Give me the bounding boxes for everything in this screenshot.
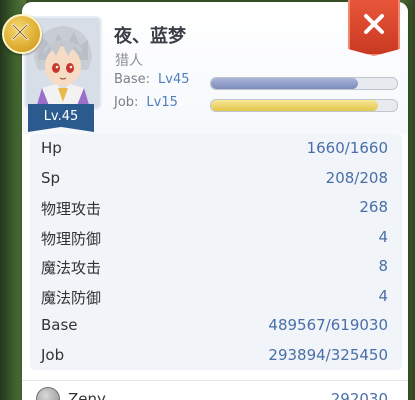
crossed-swords-icon (2, 14, 42, 54)
zeny-coin-icon (36, 387, 60, 400)
stat-value: 4 (378, 227, 388, 246)
stat-value: 268 (359, 198, 388, 216)
stat-label: Sp (41, 168, 61, 187)
stat-row: Hp 1660/1660 (30, 134, 402, 164)
stats-table: Hp 1660/1660 Sp 208/208 物理攻击 268 物理防御 4 魔法攻击 8 魔法防… (30, 134, 402, 370)
job-level-label: Job: (114, 95, 139, 110)
job-level-value: Lv15 (146, 95, 178, 110)
job-level-row: Job: Lv15 (114, 95, 178, 110)
stat-label: Base (41, 316, 78, 334)
base-exp-bar (210, 77, 398, 90)
stat-row: 魔法攻击 8 (30, 252, 402, 282)
stat-value: 8 (378, 257, 388, 275)
stat-row: 物理防御 4 (30, 223, 402, 253)
stat-value: 208/208 (325, 168, 388, 187)
stat-label: Job (41, 345, 65, 364)
portrait-level-ribbon: Lv.45 (28, 104, 94, 132)
base-level-value: Lv45 (158, 72, 190, 87)
stat-row: 魔法防御 4 (30, 282, 402, 312)
character-info-panel: Lv.45 夜、蓝梦 猎人 Base: Lv45 Job: Lv15 Hp 1660/ (2, 0, 408, 400)
stat-value: 293894/325450 (268, 345, 388, 364)
base-level-row: Base: Lv45 (114, 72, 190, 87)
stat-row: Job 293894/325450 (30, 341, 402, 371)
base-level-label: Base: (114, 72, 151, 87)
job-exp-bar (210, 99, 398, 112)
character-name: 夜、蓝梦 (114, 26, 186, 47)
zeny-label: Zeny (68, 390, 106, 400)
character-job-class: 猎人 (115, 53, 143, 69)
close-button[interactable] (348, 0, 400, 56)
stat-value: 1660/1660 (306, 139, 388, 157)
stat-label: 物理攻击 (41, 200, 102, 218)
stat-row: Base 489567/619030 (30, 311, 402, 341)
stat-row: 物理攻击 268 (30, 193, 402, 223)
stat-label: 魔法防御 (41, 288, 102, 307)
zeny-value: 292030 (330, 390, 388, 400)
stat-row: Sp 208/208 (30, 164, 402, 194)
zeny-row: Zeny 292030 (22, 380, 408, 400)
base-exp-fill (211, 78, 358, 89)
job-exp-fill (211, 100, 379, 111)
close-icon (364, 14, 384, 34)
stat-label: 物理防御 (41, 229, 102, 248)
character-header: Lv.45 夜、蓝梦 猎人 Base: Lv45 Job: Lv15 (2, 0, 408, 134)
stat-label: Hp (41, 139, 62, 157)
stat-value: 4 (378, 286, 388, 305)
stat-value: 489567/619030 (268, 316, 388, 334)
stat-label: 魔法攻击 (41, 259, 102, 277)
